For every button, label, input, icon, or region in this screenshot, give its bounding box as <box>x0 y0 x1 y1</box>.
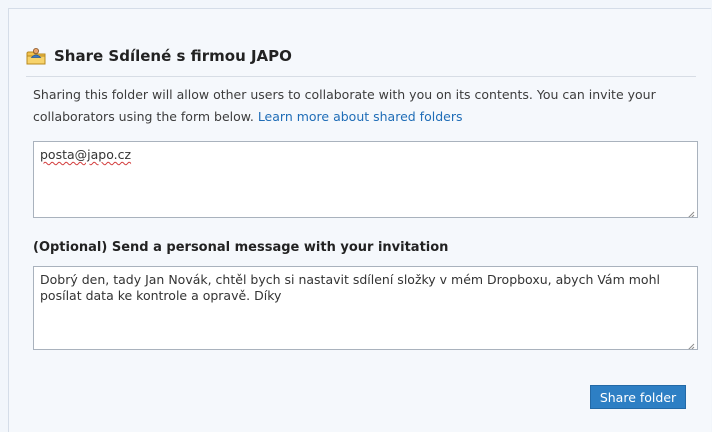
message-input[interactable]: Dobrý den, tady Jan Novák, chtěl bych si… <box>33 266 698 350</box>
email-input[interactable]: posta@japo.cz <box>33 141 698 218</box>
share-folder-button[interactable]: Share folder <box>590 385 686 409</box>
shared-folder-icon <box>26 47 46 65</box>
resize-grip-icon[interactable] <box>687 339 695 349</box>
optional-message-label: (Optional) Send a personal message with … <box>33 240 449 255</box>
header-divider <box>26 76 696 77</box>
dialog-title: Share Sdílené s firmou JAPO <box>54 47 292 65</box>
email-value: posta@japo.cz <box>40 147 132 162</box>
learn-more-link[interactable]: Learn more about shared folders <box>258 109 463 124</box>
message-value: Dobrý den, tady Jan Novák, chtěl bych si… <box>40 272 660 303</box>
dialog-header: Share Sdílené s firmou JAPO <box>26 46 292 66</box>
share-dialog-panel <box>8 8 711 432</box>
dialog-description: Sharing this folder will allow other use… <box>33 84 698 128</box>
resize-grip-icon[interactable] <box>687 207 695 217</box>
